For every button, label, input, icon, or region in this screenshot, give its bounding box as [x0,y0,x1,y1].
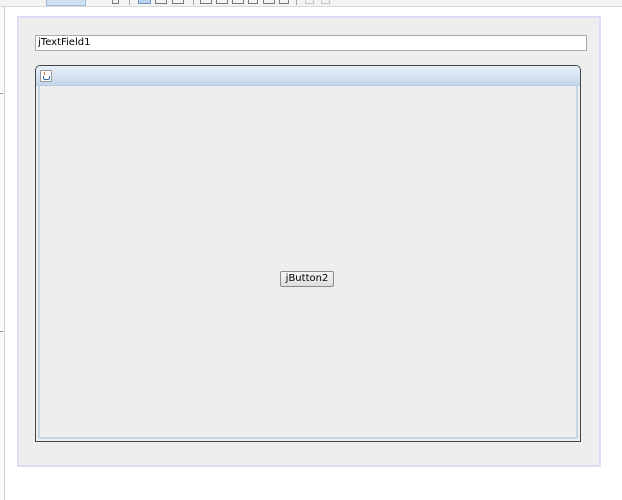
resize-height-icon[interactable] [321,0,330,4]
internal-frame-border [38,86,578,439]
internal-frame[interactable] [35,65,581,442]
java-cup-icon[interactable] [40,70,52,82]
align-right-icon[interactable] [232,0,244,4]
selection-mode-icon[interactable] [138,0,151,4]
align-middle-icon[interactable] [263,0,275,4]
connection-mode-icon[interactable] [155,0,167,4]
align-left-icon[interactable] [200,0,212,4]
design-tab[interactable] [46,0,86,6]
splitter-mark [0,93,3,94]
left-panel-edge [0,7,5,500]
text-field[interactable] [35,35,587,51]
align-center-icon[interactable] [216,0,228,4]
resize-width-icon[interactable] [305,0,314,4]
internal-frame-title-bar[interactable] [36,66,580,86]
preview-icon[interactable] [172,0,184,4]
align-top-icon[interactable] [248,0,258,4]
designer-toolbar [0,0,622,7]
toolbar-separator [129,0,130,5]
undo-icon[interactable] [112,0,119,4]
toolbar-separator [296,0,297,5]
toolbar-separator [193,0,194,5]
align-bottom-icon[interactable] [279,0,289,4]
java-cup-shape [43,76,50,80]
java-steam-icon [44,72,47,75]
splitter-mark [0,331,3,332]
jbutton2-button[interactable]: jButton2 [280,271,334,287]
